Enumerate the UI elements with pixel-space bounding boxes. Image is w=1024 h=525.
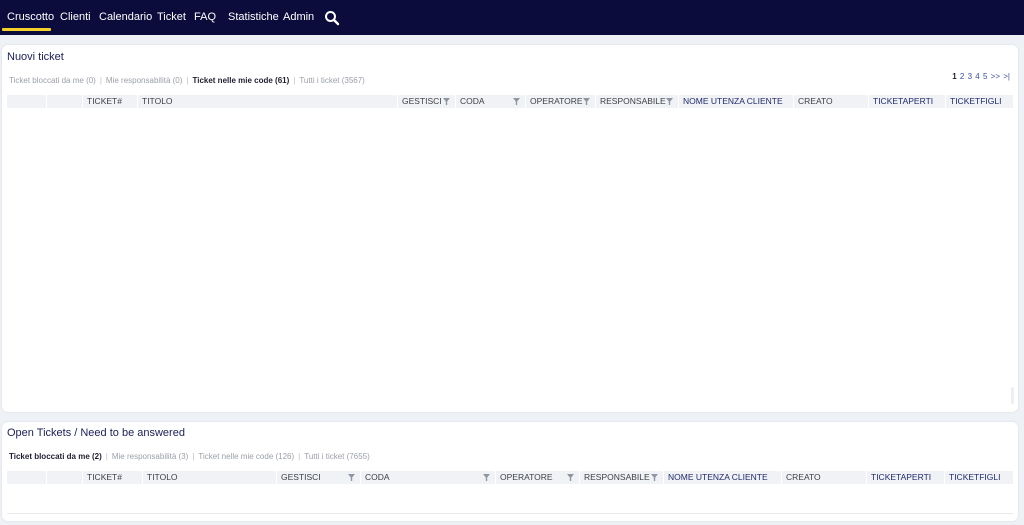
filter-icon[interactable]: [348, 473, 355, 482]
filter-all-tickets[interactable]: Tutti i ticket (3567): [299, 76, 365, 85]
column-title[interactable]: TITOLO: [137, 95, 397, 108]
column-ticketaperti[interactable]: TICKETAPERTI: [866, 471, 944, 484]
column-flags[interactable]: [46, 95, 82, 108]
filter-icon[interactable]: [443, 97, 450, 106]
filter-icon[interactable]: [513, 97, 520, 106]
search-icon[interactable]: [324, 10, 340, 26]
column-title[interactable]: TITOLO: [142, 471, 276, 484]
page-last[interactable]: >|: [1003, 72, 1010, 81]
filter-icon[interactable]: [651, 473, 658, 482]
column-creato[interactable]: CREATO: [793, 95, 868, 108]
table-header: TICKET# TITOLO GESTISCI CODA OPERATORE R…: [7, 95, 1013, 108]
table-scrollbar[interactable]: [1011, 387, 1014, 404]
column-ticket-number[interactable]: TICKET#: [82, 95, 137, 108]
filter-my-responsibilities[interactable]: Mie responsabilità (0): [106, 76, 182, 85]
nav-item-cruscotto[interactable]: Cruscotto: [7, 11, 54, 23]
widget-nuovi-ticket: Nuovi ticket Ticket bloccati da me (0) | M…: [2, 45, 1018, 412]
filter-my-responsibilities[interactable]: Mie responsabilità (3): [112, 452, 188, 461]
filter-separator: |: [192, 452, 195, 461]
filter-separator: |: [105, 452, 108, 461]
widget-title: Open Tickets / Need to be answered: [7, 427, 185, 439]
column-nome-utenza-cliente[interactable]: NOME UTENZA CLIENTE: [678, 95, 793, 108]
filter-separator: |: [298, 452, 301, 461]
nav-item-clienti[interactable]: Clienti: [60, 11, 91, 23]
page-5[interactable]: 5: [983, 72, 987, 81]
filter-separator: |: [99, 76, 102, 85]
pagination: 1 2 3 4 5 >> >|: [951, 72, 1010, 81]
filter-icon[interactable]: [567, 473, 574, 482]
page-3[interactable]: 3: [968, 72, 972, 81]
column-nome-utenza-cliente[interactable]: NOME UTENZA CLIENTE: [663, 471, 781, 484]
column-coda[interactable]: CODA: [360, 471, 495, 484]
column-flags[interactable]: [46, 471, 82, 484]
table-header: TICKET# TITOLO GESTISCI CODA OPERATORE R…: [7, 471, 1013, 484]
filter-my-queues[interactable]: Ticket nelle mie code (61): [192, 76, 289, 85]
column-select[interactable]: [7, 95, 46, 108]
nav-item-ticket[interactable]: Ticket: [157, 11, 186, 23]
active-tab-indicator: [2, 28, 51, 31]
widget-title: Nuovi ticket: [7, 51, 64, 63]
top-navigation: Cruscotto Clienti Calendario Ticket FAQ …: [0, 0, 1024, 35]
filter-separator: |: [293, 76, 296, 85]
column-ticket-number[interactable]: TICKET#: [82, 471, 142, 484]
column-select[interactable]: [7, 471, 46, 484]
filter-icon[interactable]: [483, 473, 490, 482]
nav-item-calendario[interactable]: Calendario: [99, 11, 152, 23]
filter-all-tickets[interactable]: Tutti i ticket (7655): [304, 452, 370, 461]
ticket-filter-bar: Ticket bloccati da me (0) | Mie responsabi…: [9, 76, 365, 85]
table-divider: [7, 513, 1013, 514]
page-4[interactable]: 4: [975, 72, 979, 81]
nav-item-admin[interactable]: Admin: [283, 11, 314, 23]
nav-item-faq[interactable]: FAQ: [194, 11, 216, 23]
ticket-filter-bar: Ticket bloccati da me (2) | Mie responsabi…: [9, 452, 370, 461]
page-next[interactable]: >>: [991, 72, 1000, 81]
page-1[interactable]: 1: [952, 72, 956, 81]
column-creato[interactable]: CREATO: [781, 471, 866, 484]
filter-separator: |: [186, 76, 189, 85]
column-ticketaperti[interactable]: TICKETAPERTI: [868, 95, 945, 108]
filter-locked-tickets[interactable]: Ticket bloccati da me (0): [9, 76, 96, 85]
filter-icon[interactable]: [666, 97, 673, 106]
widget-open-tickets: Open Tickets / Need to be answered Ticke…: [2, 422, 1018, 521]
filter-icon[interactable]: [583, 97, 590, 106]
nav-item-statistiche[interactable]: Statistiche: [228, 11, 279, 23]
filter-locked-tickets[interactable]: Ticket bloccati da me (2): [9, 452, 102, 461]
column-ticketfigli[interactable]: TICKETFIGLI: [944, 471, 1013, 484]
filter-my-queues[interactable]: Ticket nelle mie code (126): [198, 452, 294, 461]
column-ticketfigli[interactable]: TICKETFIGLI: [945, 95, 1013, 108]
page-2[interactable]: 2: [960, 72, 964, 81]
